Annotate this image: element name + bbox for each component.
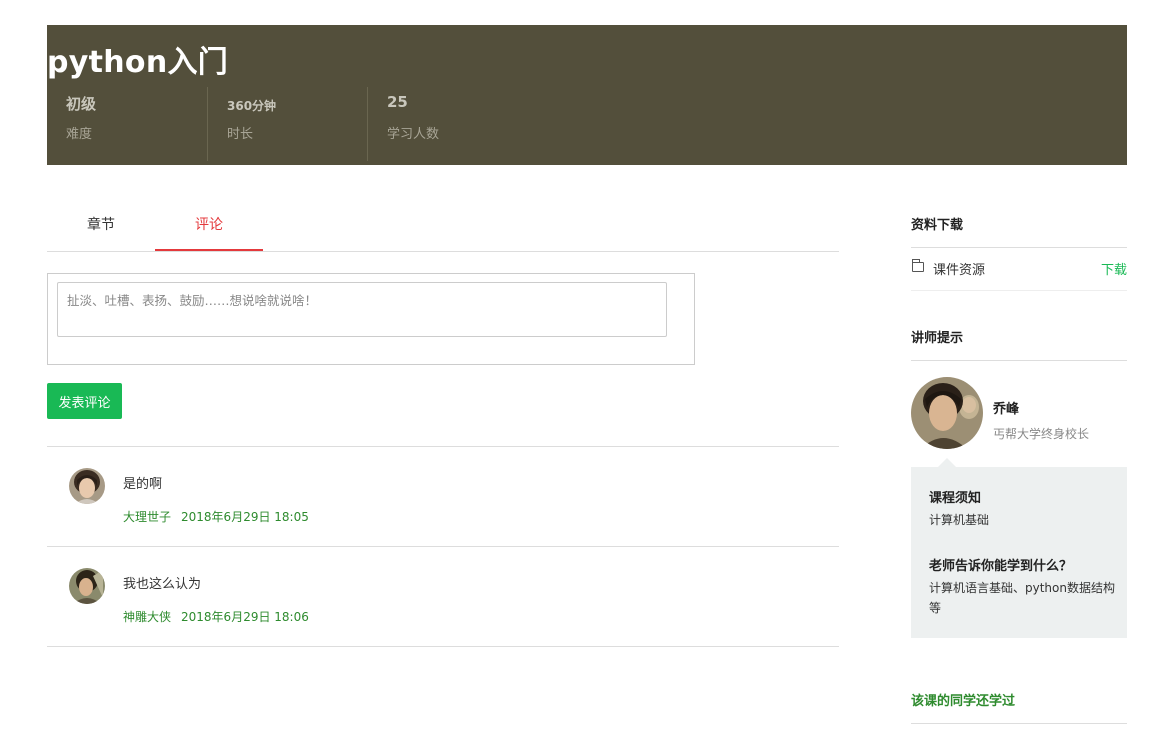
comment-item: 是的啊 大理世子 2018年6月29日 18:05 [47,447,839,547]
course-banner: python入门 初级 难度 360分钟 时长 25 学习人数 [47,25,1127,165]
comment-meta: 大理世子 2018年6月29日 18:05 [123,508,309,525]
comment-author[interactable]: 大理世子 [123,510,171,524]
comment-list: 是的啊 大理世子 2018年6月29日 18:05 我也这么认为 神雕大侠 2018… [47,446,839,647]
comment-meta: 神雕大侠 2018年6月29日 18:06 [123,608,309,625]
comment-text: 我也这么认为 [123,577,202,592]
comment-form [47,273,695,365]
tab-comments[interactable]: 评论 [155,205,263,251]
notice-heading: 课程须知 [929,491,982,506]
teacher-avatar[interactable] [911,377,983,449]
stat-label: 时长 [227,127,254,142]
tab-chapters[interactable]: 章节 [47,205,155,251]
comment-author[interactable]: 神雕大侠 [123,610,171,624]
content-tabs: 章节 评论 [47,205,839,252]
resource-name: 课件资源 [933,263,986,278]
tips-heading: 讲师提示 [911,327,1127,361]
comment-text: 是的啊 [123,477,163,492]
downloads-heading: 资料下载 [911,214,1127,248]
download-link[interactable]: 下载 [1101,259,1127,278]
stat-duration: 360分钟 时长 [208,87,368,161]
teacher-name: 乔峰 [993,402,1020,417]
comment-input[interactable] [57,282,667,337]
teacher-title: 丐帮大学终身校长 [993,427,1090,441]
user-avatar[interactable] [69,468,105,504]
stat-label: 难度 [66,127,93,142]
learn-heading: 老师告诉你能学到什么？ [929,559,1073,574]
user-avatar[interactable] [69,568,105,604]
folder-icon [912,259,924,272]
comment-time: 2018年6月29日 18:05 [181,510,309,524]
learn-text: 计算机语言基础、python数据结构等 [929,581,1115,615]
comment-item: 我也这么认为 神雕大侠 2018年6月29日 18:06 [47,547,839,647]
notice-text: 计算机基础 [929,513,990,527]
related-courses-heading: 该课的同学还学过 [911,690,1127,724]
comment-time: 2018年6月29日 18:06 [181,610,309,624]
stat-label: 学习人数 [387,127,440,142]
stat-value: 初级 [66,95,97,113]
resource-row: 课件资源 下载 [911,246,1127,291]
stat-value: 360分钟 [227,99,277,113]
submit-comment-button[interactable]: 发表评论 [47,383,122,419]
stat-difficulty: 初级 难度 [47,87,208,161]
course-tips-box: 课程须知 计算机基础 老师告诉你能学到什么？ 计算机语言基础、python数据结… [911,458,1127,638]
stat-value: 25 [387,93,408,111]
stat-learners: 25 学习人数 [368,87,528,161]
course-title: python入门 [47,45,229,80]
